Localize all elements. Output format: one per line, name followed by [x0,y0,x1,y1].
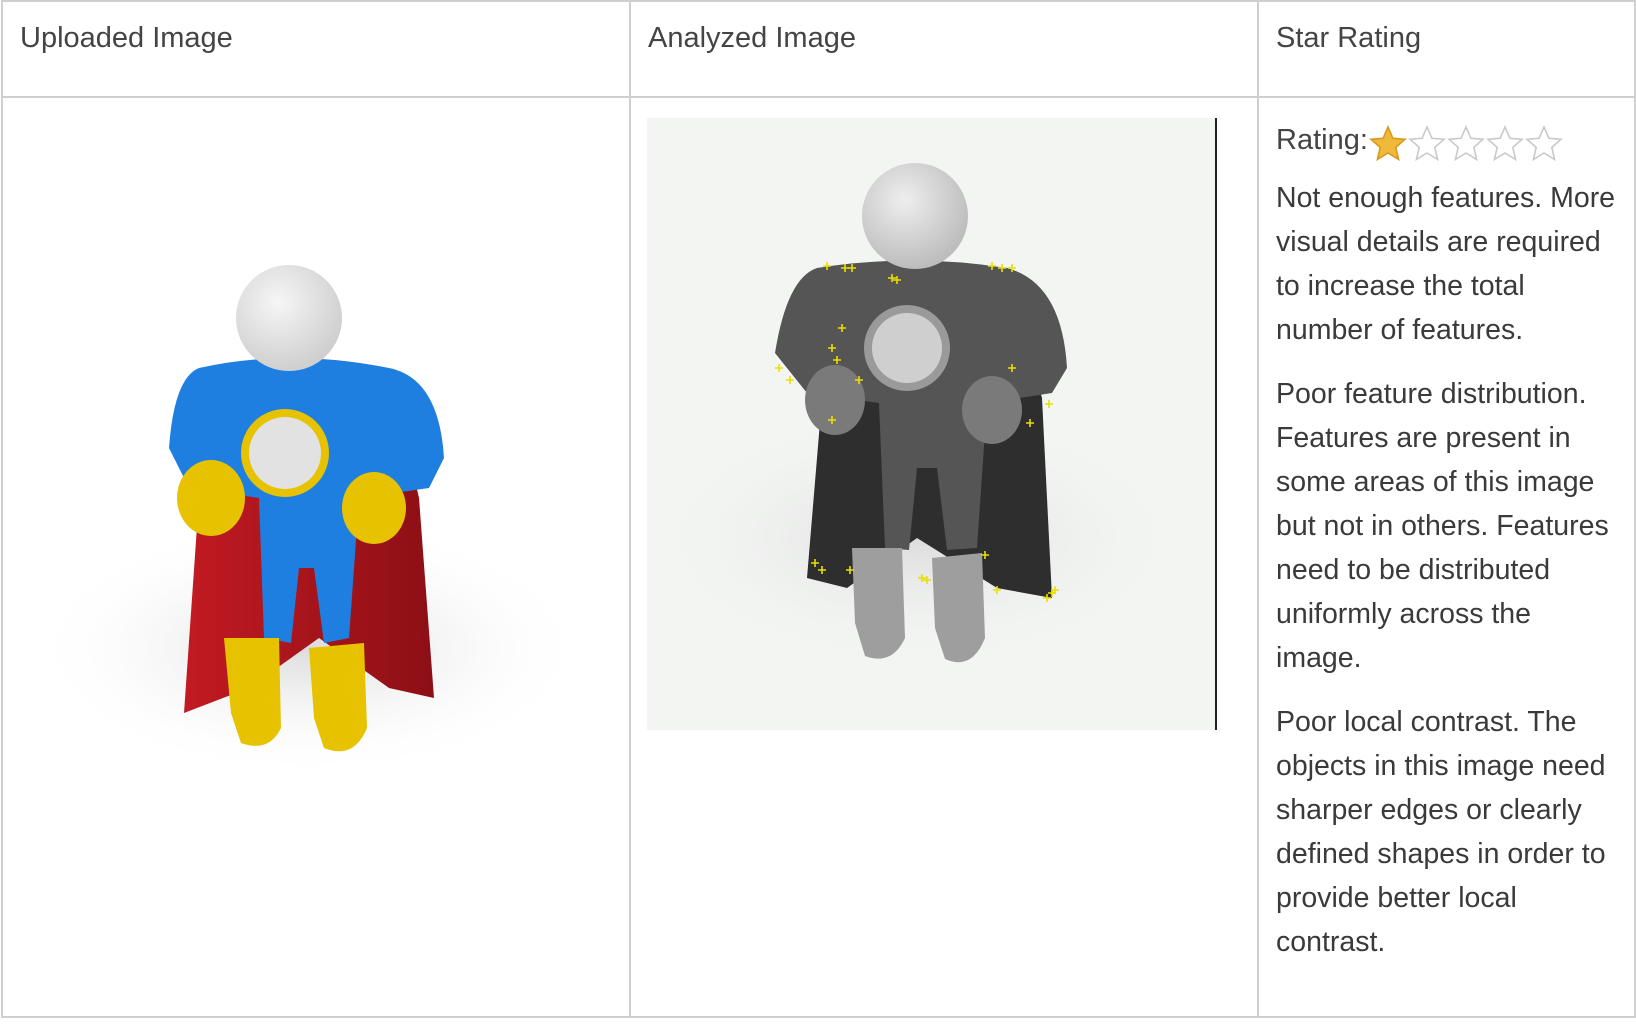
star-empty-icon[interactable] [1446,125,1485,163]
rating-cell: Rating: Not enough features. More visual… [1257,96,1636,1018]
analyzed-image-cell [629,96,1259,1018]
star-empty-icon[interactable] [1485,125,1524,163]
analysis-results-table: Uploaded Image Analyzed Image Star Ratin… [1,0,1636,1018]
star-rating [1368,125,1563,163]
table-header-row: Uploaded Image Analyzed Image Star Ratin… [1,0,1636,98]
feature-marker [1045,400,1053,408]
feedback-message-contrast: Poor local contrast. The objects in this… [1276,706,1606,958]
feedback-message-features: Not enough features. More visual details… [1276,182,1616,346]
analyzed-image-frame [647,118,1217,730]
star-filled-icon[interactable] [1368,125,1407,163]
feature-marker [775,364,783,372]
feedback-message-distribution: Poor feature distribution. Features are … [1276,378,1609,674]
feature-marker [786,376,794,384]
analyzed-image [647,163,1187,668]
uploaded-image-cell [1,96,631,1018]
header-star-rating: Star Rating [1257,0,1636,98]
star-empty-icon[interactable] [1407,125,1446,163]
table-row: Rating: Not enough features. More visual… [1,96,1636,1018]
header-analyzed-image: Analyzed Image [629,0,1259,98]
rating-label: Rating: [1276,123,1368,156]
uploaded-image [29,265,589,778]
rating-row: Rating: [1276,118,1622,162]
star-empty-icon[interactable] [1524,125,1563,163]
header-uploaded-image: Uploaded Image [1,0,631,98]
